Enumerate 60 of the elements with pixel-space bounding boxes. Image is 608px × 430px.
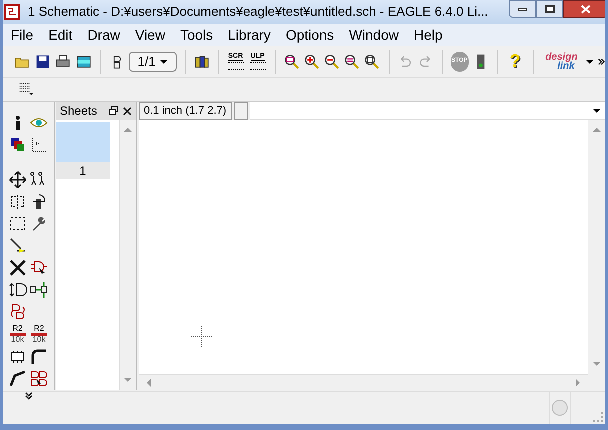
- undock-icon[interactable]: [109, 106, 119, 116]
- command-field[interactable]: [250, 102, 605, 120]
- expand-chevron-icon[interactable]: [24, 392, 32, 400]
- crosshair-cursor-icon: [191, 326, 212, 347]
- caret-icon[interactable]: [586, 60, 594, 64]
- layers-icon[interactable]: [8, 136, 27, 154]
- gate-swap-icon[interactable]: [30, 281, 48, 299]
- move-arrows-icon[interactable]: [8, 171, 27, 189]
- status-indicator: [234, 102, 248, 120]
- resistor-label-icon[interactable]: R2 10k: [29, 325, 50, 344]
- resistor-label-icon[interactable]: R2 10k: [8, 325, 28, 344]
- delete-x-icon[interactable]: [8, 259, 27, 277]
- replace-gates-icon[interactable]: [8, 303, 27, 321]
- zoom-fit-icon[interactable]: [284, 52, 300, 70]
- split-line-icon[interactable]: [8, 237, 27, 255]
- sheet-item[interactable]: 1: [56, 122, 110, 179]
- menu-item[interactable]: Draw: [88, 24, 120, 46]
- diagonal-line-icon[interactable]: [8, 370, 27, 388]
- dropdown-caret-icon[interactable]: [593, 108, 601, 112]
- menu-item[interactable]: View: [135, 24, 166, 46]
- menu-item[interactable]: File: [11, 24, 34, 46]
- close-icon: [580, 4, 590, 14]
- rotate-icon[interactable]: [30, 193, 48, 211]
- status-light-icon: [552, 400, 568, 416]
- zoom-out-icon[interactable]: [324, 52, 340, 70]
- zoom-lines-icon[interactable]: [344, 52, 360, 70]
- pin-swap-icon[interactable]: [8, 281, 27, 299]
- minimize-button[interactable]: [509, 0, 536, 18]
- sheet-select[interactable]: 1/1: [128, 52, 177, 72]
- zoom-in-icon[interactable]: [304, 52, 320, 70]
- maximize-button[interactable]: [536, 0, 563, 18]
- coordinate-display: 0.1 inch (1.7 2.7): [139, 102, 232, 120]
- menu-item[interactable]: Tools: [180, 24, 214, 46]
- gates-pointer-icon[interactable]: [30, 370, 48, 388]
- dotted-lines-icon: [250, 62, 266, 70]
- close-button[interactable]: [563, 0, 605, 18]
- menu-item[interactable]: Options: [286, 24, 334, 46]
- panel-title: Sheets: [60, 103, 98, 120]
- app-icon: [4, 4, 20, 20]
- window-title: 1 Schematic - D:¥users¥Documents¥eagle¥test¥untitled.sch - EAGLE 6.4.0 Li...: [28, 3, 488, 22]
- sheet-thumbnail: [56, 122, 110, 162]
- mirror-icon[interactable]: [8, 193, 27, 211]
- menu-item[interactable]: Help: [414, 24, 443, 46]
- grid-icon[interactable]: [19, 82, 35, 98]
- resize-grip-icon[interactable]: [593, 412, 603, 422]
- designlink-logo[interactable]: design link: [542, 52, 582, 70]
- add-gate-icon[interactable]: [30, 259, 48, 277]
- overflow-chevron-icon[interactable]: [598, 58, 605, 66]
- axis-icon[interactable]: [30, 136, 48, 154]
- caret-icon: [160, 60, 168, 64]
- close-icon[interactable]: [123, 106, 132, 116]
- menu-item[interactable]: Window: [349, 24, 399, 46]
- dotted-lines-icon: [228, 62, 244, 70]
- corner-line-icon[interactable]: [30, 348, 48, 366]
- menu-item[interactable]: Library: [228, 24, 271, 46]
- menu-item[interactable]: Edit: [48, 24, 73, 46]
- zoom-page-icon[interactable]: [364, 52, 381, 70]
- dotted-rectangle-icon[interactable]: [8, 215, 27, 233]
- save-icon[interactable]: [35, 52, 52, 70]
- chip-icon[interactable]: [8, 348, 27, 366]
